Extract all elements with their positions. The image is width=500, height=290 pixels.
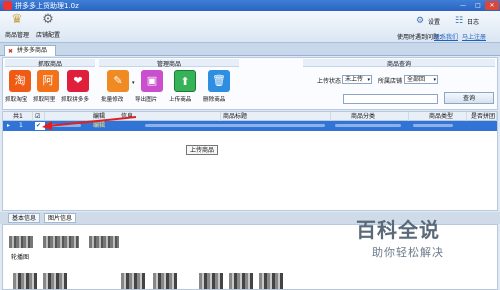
batch-edit-label[interactable]: 批量修改 bbox=[101, 95, 123, 103]
chair-icon: ♛ bbox=[11, 12, 23, 27]
detail-image bbox=[43, 236, 79, 248]
upload-tooltip: 上传商品 bbox=[186, 145, 218, 155]
carousel-image[interactable] bbox=[13, 273, 37, 289]
group-query-header: 商品查询 bbox=[303, 59, 495, 68]
carousel-image[interactable] bbox=[43, 273, 67, 289]
pencil-icon[interactable]: ✎ bbox=[107, 70, 129, 92]
store-select[interactable]: 全部回 ▾ bbox=[404, 75, 438, 84]
tab-pdd-products[interactable]: ✖ 拼多多商品 bbox=[4, 45, 56, 56]
group-manage-header: 管理商品 bbox=[99, 59, 239, 68]
product-mgmt-button[interactable]: ♛ 商品管理 bbox=[2, 13, 32, 41]
col-category[interactable]: 商品分类 bbox=[331, 112, 409, 121]
chevron-down-icon: ▾ bbox=[367, 77, 370, 83]
log-link[interactable]: 日志 bbox=[467, 17, 479, 26]
carousel-image[interactable] bbox=[121, 273, 145, 289]
tab-strip: ✖ 拼多多商品 bbox=[0, 43, 500, 56]
log-icon[interactable]: ☷ bbox=[455, 16, 463, 26]
store-config-button[interactable]: ⚙ 店铺配置 bbox=[33, 13, 63, 41]
export-images-label[interactable]: 导出图片 bbox=[135, 95, 157, 103]
row-title bbox=[143, 121, 333, 131]
upload-product-label[interactable]: 上传商品 bbox=[169, 95, 191, 103]
query-button[interactable]: 查询 bbox=[444, 92, 494, 104]
register-link[interactable]: 马上注册 bbox=[462, 32, 486, 41]
fetch-taobao-label[interactable]: 抓取淘宝 bbox=[5, 95, 27, 103]
col-group-buy[interactable]: 是否拼团 bbox=[467, 112, 497, 121]
taobao-icon[interactable]: 淘 bbox=[9, 70, 31, 92]
delete-product-label[interactable]: 删除商品 bbox=[203, 95, 225, 103]
row-category bbox=[333, 121, 409, 131]
window-title: 拼多多上货助理1.0z bbox=[15, 2, 79, 10]
detail-image bbox=[9, 236, 33, 248]
fetch-1688-label[interactable]: 抓取阿里 bbox=[33, 95, 55, 103]
search-input[interactable] bbox=[343, 94, 438, 104]
trash-icon[interactable]: 🗑 bbox=[208, 70, 230, 92]
row-type bbox=[411, 121, 461, 131]
action-panel: 抓取商品 管理商品 商品查询 淘 抓取淘宝 阿 抓取阿里 ❤ 抓取拼多多 ✎ 批… bbox=[2, 57, 498, 110]
watermark-logo: 百科全说 bbox=[356, 218, 440, 242]
carousel-label: 轮播图 bbox=[11, 254, 30, 261]
minimize-button[interactable]: — bbox=[456, 1, 470, 10]
title-bar: 拼多多上货助理1.0z — □ ✕ bbox=[0, 0, 500, 11]
image-icon[interactable]: ▣ bbox=[141, 70, 163, 92]
chevron-down-icon: ▾ bbox=[433, 77, 436, 83]
fetch-pdd-label[interactable]: 抓取拼多多 bbox=[61, 95, 89, 103]
group-fetch-header: 抓取商品 bbox=[5, 59, 95, 68]
col-title[interactable]: 商品标题 bbox=[221, 112, 331, 121]
close-button[interactable]: ✕ bbox=[485, 1, 499, 10]
contact-us-link[interactable]: 联系我们 bbox=[434, 32, 458, 41]
carousel-image[interactable] bbox=[259, 273, 283, 289]
col-type[interactable]: 商品类型 bbox=[409, 112, 467, 121]
settings-icon[interactable]: ⚙ bbox=[416, 16, 424, 26]
tab-basic-info[interactable]: 基本信息 bbox=[8, 213, 41, 223]
app-icon bbox=[3, 1, 12, 10]
tab-close-icon[interactable]: ✖ bbox=[8, 47, 13, 57]
settings-link[interactable]: 设置 bbox=[428, 17, 440, 26]
watermark-subtitle: 助你轻松解决 bbox=[372, 246, 444, 259]
pdd-icon[interactable]: ❤ bbox=[67, 70, 89, 92]
store-label: 所属店铺 bbox=[378, 78, 403, 85]
carousel-image[interactable] bbox=[229, 273, 253, 289]
carousel-image[interactable] bbox=[199, 273, 223, 289]
row-index: 1 bbox=[19, 122, 23, 129]
tab-image-info[interactable]: 图片信息 bbox=[44, 213, 77, 223]
alibaba-icon[interactable]: 阿 bbox=[37, 70, 59, 92]
col-count: 共1 bbox=[11, 112, 33, 121]
row-pointer-icon: ▸ bbox=[7, 122, 11, 129]
batch-edit-dropdown-icon[interactable]: ▾ bbox=[132, 80, 135, 86]
detail-image bbox=[89, 236, 119, 248]
carousel-image[interactable] bbox=[153, 273, 177, 289]
upload-status-label: 上传状态 bbox=[317, 78, 342, 85]
maximize-button[interactable]: □ bbox=[471, 1, 485, 10]
main-toolbar: ♛ 商品管理 ⚙ 店铺配置 ⚙ 设置 ☷ 日志 使用时遇到问题： 联系我们 马上… bbox=[0, 11, 500, 43]
gear-icon: ⚙ bbox=[42, 12, 54, 27]
annotation-arrow bbox=[42, 116, 137, 130]
upload-status-select[interactable]: 未上传 ▾ bbox=[342, 75, 372, 84]
upload-icon[interactable]: ⬆ bbox=[174, 70, 196, 92]
